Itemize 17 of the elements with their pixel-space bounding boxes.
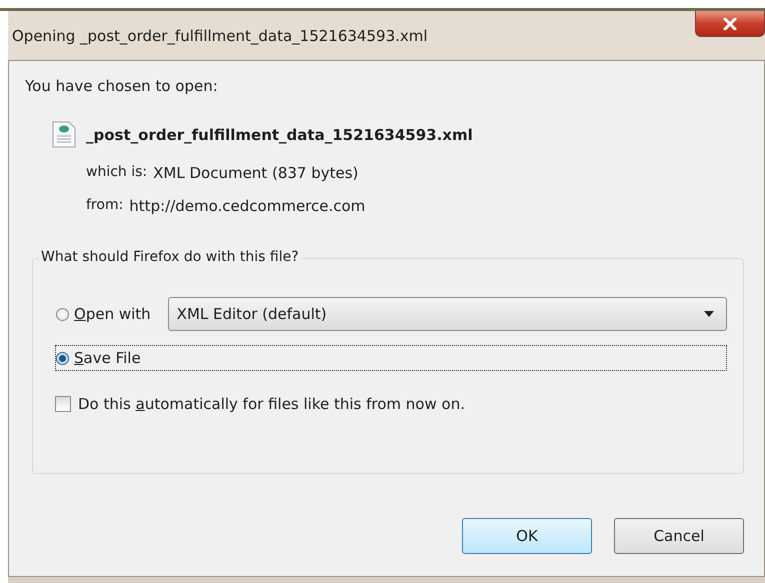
close-icon — [723, 18, 737, 30]
dialog-button[interactable]: Cancel — [614, 518, 744, 554]
detail-value: XML Document (837 bytes) — [153, 164, 358, 182]
dialog-button[interactable]: OK — [462, 518, 592, 554]
auto-checkbox[interactable]: Do this automatically for files like this from now on. — [55, 395, 727, 413]
file-name: _post_order_fulfillment_data_1521634593.xml — [86, 126, 473, 144]
radio-option[interactable]: Open with — [55, 301, 156, 327]
radio-option[interactable]: Save File — [55, 345, 727, 371]
detail-label: which is: — [86, 164, 148, 182]
detail-label: from: — [86, 197, 124, 215]
close-button[interactable] — [695, 11, 765, 37]
window-title: Opening _post_order_fulfillment_data_1521634593.xml — [12, 27, 428, 45]
intro-text: You have chosen to open: — [25, 77, 219, 95]
detail-value: http://demo.cedcommerce.com — [129, 197, 366, 215]
dropdown-caret-icon — [704, 311, 714, 317]
app-dropdown[interactable]: XML Editor (default) — [168, 297, 727, 331]
document-icon — [52, 121, 76, 148]
